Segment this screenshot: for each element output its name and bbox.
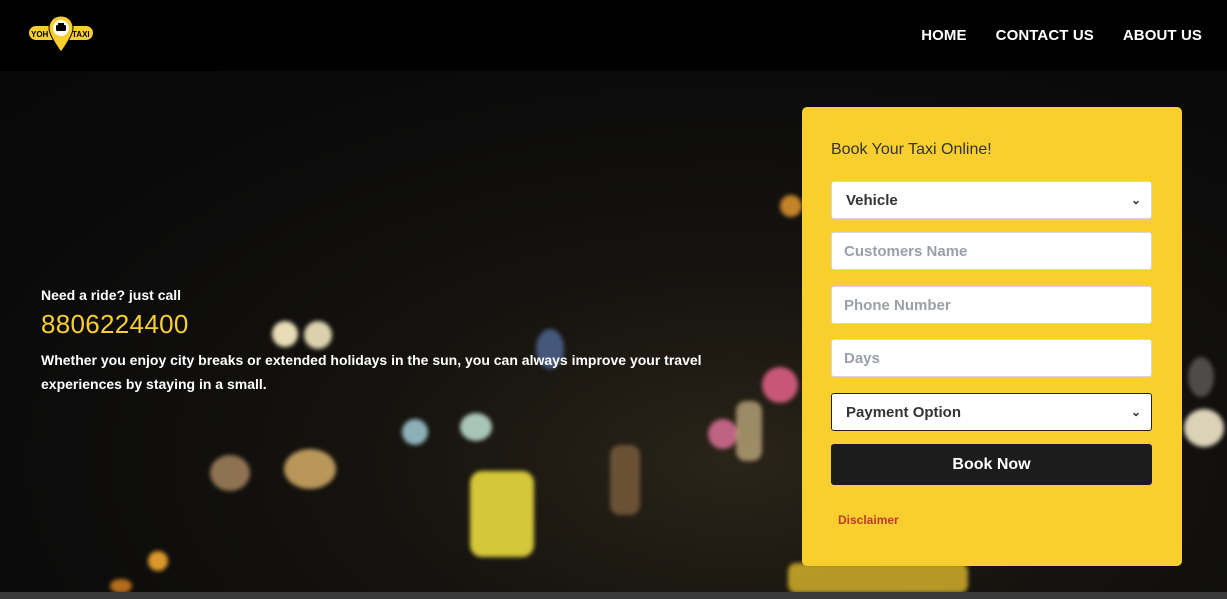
taxi-logo-icon: YOH TAXI (29, 15, 93, 53)
bottom-scroll-bar (0, 592, 1227, 599)
days-input[interactable] (831, 339, 1152, 377)
taxi-sign-glow (788, 563, 968, 592)
bokeh-light (736, 401, 762, 461)
bokeh-light (1184, 409, 1224, 447)
bokeh-light (148, 551, 168, 571)
vehicle-select-value: Vehicle (846, 191, 898, 209)
nav-links: HOME CONTACT US ABOUT US (921, 0, 1202, 71)
bokeh-light (610, 445, 640, 515)
bokeh-light (210, 455, 250, 491)
payment-option-select[interactable]: Payment Option ⌄ (831, 393, 1152, 431)
navbar: YOH TAXI HOME CONTACT US ABOUT US (0, 0, 1227, 71)
logo[interactable]: YOH TAXI (28, 14, 94, 54)
logo-text-left: YOH (31, 30, 49, 39)
bokeh-light (762, 367, 798, 403)
phone-number-input[interactable] (831, 286, 1152, 324)
need-ride-label: Need a ride? just call (41, 287, 182, 303)
bokeh-light (780, 195, 802, 217)
nav-contact-us[interactable]: CONTACT US (996, 27, 1094, 44)
booking-title: Book Your Taxi Online! (831, 141, 992, 158)
booking-form: Book Your Taxi Online! Vehicle ⌄ Payment… (802, 107, 1182, 566)
chevron-down-icon: ⌄ (1130, 193, 1141, 207)
bokeh-light (110, 579, 132, 592)
disclaimer-link[interactable]: Disclaimer (838, 513, 899, 527)
nav-home[interactable]: HOME (921, 27, 966, 44)
book-now-button[interactable]: Book Now (831, 444, 1152, 485)
bokeh-light (708, 419, 738, 449)
logo-text-right: TAXI (72, 30, 90, 39)
payment-select-value: Payment Option (846, 403, 962, 421)
bokeh-light (284, 449, 336, 489)
bokeh-light (402, 419, 428, 445)
phone-number[interactable]: 8806224400 (41, 309, 761, 340)
vehicle-select[interactable]: Vehicle ⌄ (831, 181, 1152, 219)
hero-description: Whether you enjoy city breaks or extende… (41, 352, 702, 392)
nav-about-us[interactable]: ABOUT US (1123, 27, 1202, 44)
hero-text: Need a ride? just call 8806224400 Whethe… (41, 287, 761, 396)
bokeh-light (460, 413, 492, 441)
bokeh-light (1188, 357, 1214, 397)
chevron-down-icon: ⌄ (1130, 405, 1141, 419)
customer-name-input[interactable] (831, 232, 1152, 270)
bokeh-light (470, 471, 534, 557)
